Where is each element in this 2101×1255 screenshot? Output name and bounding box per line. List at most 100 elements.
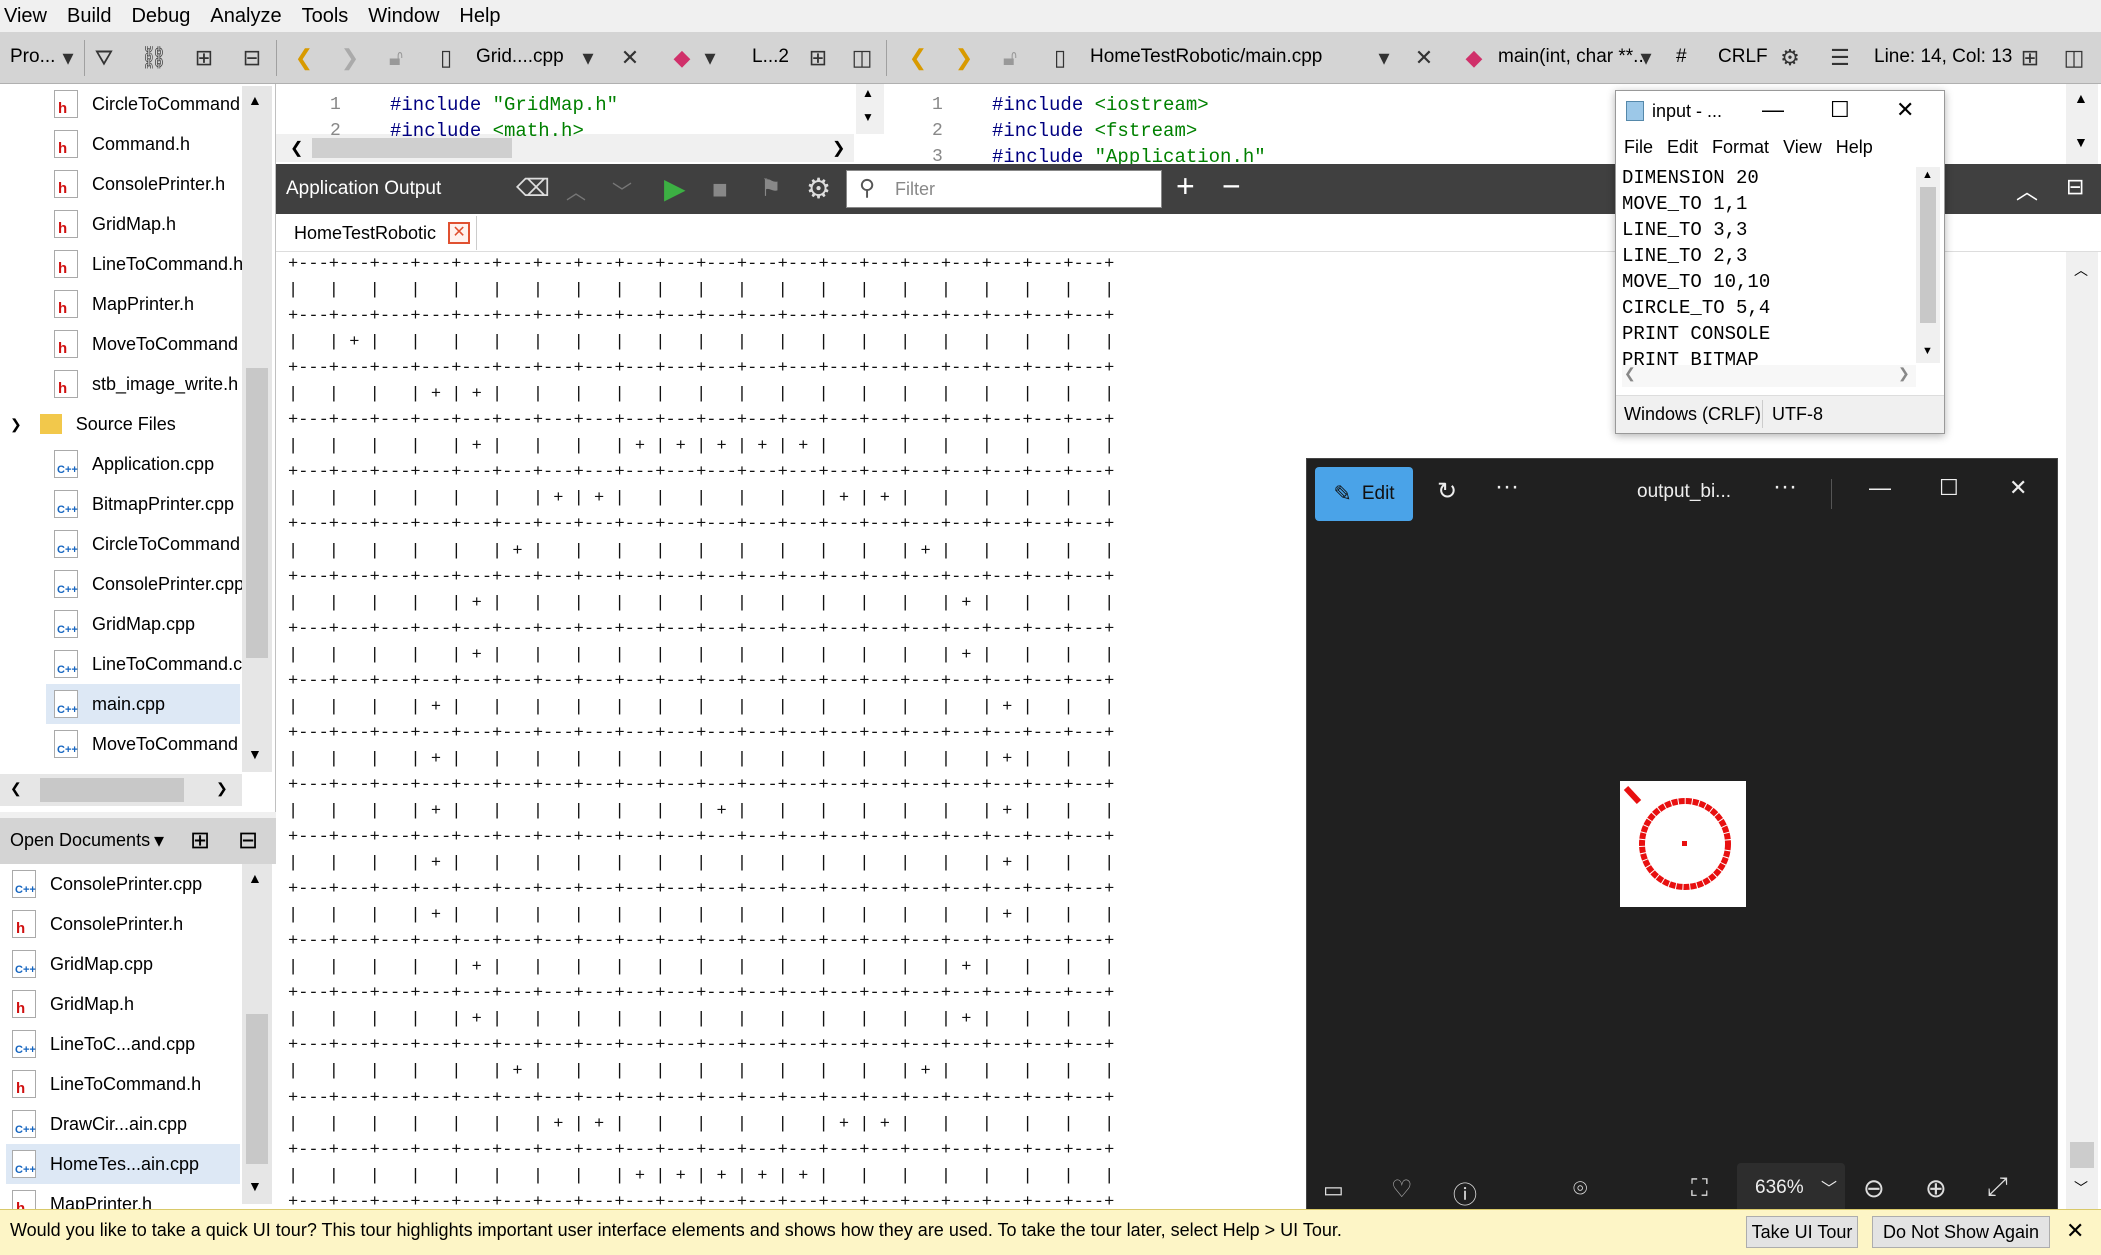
notepad-menu-help[interactable]: Help: [1836, 137, 1873, 158]
open-document-item[interactable]: C++ ConsolePrinter.cpp: [12, 864, 202, 904]
open-documents-dropdown[interactable]: Open Documents: [10, 830, 150, 851]
tree-vertical-scrollbar[interactable]: ▲ ▼: [242, 86, 272, 772]
close-icon[interactable]: ✕: [1410, 44, 1438, 72]
full-screen-icon[interactable]: ⤢: [1987, 1171, 2008, 1203]
close-split-icon[interactable]: ◫: [2060, 44, 2088, 72]
edit-button[interactable]: ✎ Edit: [1315, 467, 1413, 521]
back-arrow-icon[interactable]: ❮: [290, 44, 318, 72]
do-not-show-button[interactable]: Do Not Show Again: [1872, 1216, 2050, 1248]
tab-hometestrobotic[interactable]: HomeTestRobotic ✕: [284, 216, 478, 250]
open-document-item[interactable]: C++ DrawCir...ain.cpp: [12, 1104, 187, 1144]
minimize-icon[interactable]: —: [1869, 475, 1891, 501]
chevron-down-icon[interactable]: ▾: [154, 828, 164, 853]
tree-item[interactable]: h MoveToCommand: [54, 324, 238, 364]
tree-item[interactable]: h CircleToCommand: [54, 84, 240, 124]
tree-item[interactable]: h LineToCommand.h: [54, 244, 243, 284]
left-line-indicator[interactable]: L...2: [752, 46, 789, 68]
right-file-selector[interactable]: HomeTestRobotic/main.cpp: [1090, 46, 1322, 68]
menu-item-help[interactable]: Help: [459, 5, 500, 28]
minimize-icon[interactable]: —: [1762, 97, 1784, 123]
forward-arrow-icon[interactable]: ❯: [336, 44, 364, 72]
open-document-item[interactable]: C++ LineToC...and.cpp: [12, 1024, 195, 1064]
menu-item-debug[interactable]: Debug: [131, 5, 190, 28]
notepad-menu-file[interactable]: File: [1624, 137, 1653, 158]
open-docs-scrollbar[interactable]: ▲ ▼: [242, 864, 272, 1204]
heart-icon[interactable]: ♡: [1391, 1175, 1413, 1204]
chevron-down-icon[interactable]: ▾: [574, 44, 602, 72]
filmstrip-icon[interactable]: ▭: [1323, 1177, 1344, 1203]
notepad-hscrollbar[interactable]: ❮ ❯: [1622, 365, 1916, 387]
close-sidebar-icon[interactable]: ⊟: [238, 44, 266, 72]
left-file-selector[interactable]: Grid....cpp: [476, 46, 564, 68]
link-icon[interactable]: ⛓: [140, 44, 168, 72]
line-ending[interactable]: CRLF: [1718, 46, 1768, 68]
chevron-down-icon[interactable]: ▾: [696, 44, 724, 72]
notepad-text[interactable]: DIMENSION 20 MOVE_TO 1,1 LINE_TO 3,3 LIN…: [1622, 165, 1770, 373]
chevron-down-icon[interactable]: ﹀: [612, 176, 632, 205]
notepad-vscrollbar[interactable]: ▲ ▼: [1916, 167, 1940, 363]
notepad-menu-format[interactable]: Format: [1712, 137, 1769, 158]
maximize-icon[interactable]: ☐: [1939, 475, 1959, 501]
tree-item[interactable]: C++ LineToCommand.c: [54, 644, 242, 684]
clear-output-icon[interactable]: ⌫: [516, 174, 550, 203]
menu-item-view[interactable]: View: [4, 5, 47, 28]
open-document-item[interactable]: h LineToCommand.h: [12, 1064, 201, 1104]
source-files-folder[interactable]: ❯ Source Files: [10, 404, 176, 444]
menu-item-build[interactable]: Build: [67, 5, 111, 28]
scroll-thumb[interactable]: [246, 368, 268, 658]
zoom-selector[interactable]: 636% ﹀: [1737, 1163, 1845, 1213]
menu-item-window[interactable]: Window: [368, 5, 439, 28]
tree-item[interactable]: h Command.h: [54, 124, 190, 164]
chevron-down-icon[interactable]: ▾: [1632, 44, 1660, 72]
notepad-menu-view[interactable]: View: [1783, 137, 1822, 158]
close-pane-icon[interactable]: ⊟: [2066, 174, 2084, 200]
editor-vscrollbar[interactable]: ▲ ▼: [2066, 84, 2098, 164]
symbol-selector[interactable]: main(int, char **...: [1498, 46, 1649, 68]
close-split-icon[interactable]: ◫: [848, 44, 876, 72]
stop-icon[interactable]: ■: [712, 174, 728, 205]
close-pane-icon[interactable]: ⊟: [238, 826, 258, 855]
filter-input[interactable]: ⚲ Filter: [846, 170, 1162, 208]
chevron-down-icon[interactable]: ❯: [10, 416, 22, 433]
menu-item-tools[interactable]: Tools: [302, 5, 349, 28]
menu-item-analyze[interactable]: Analyze: [210, 5, 281, 28]
tree-item[interactable]: C++ main.cpp: [46, 684, 240, 724]
tree-item[interactable]: C++ ConsolePrinter.cpp: [54, 564, 244, 604]
tree-item[interactable]: h stb_image_write.h: [54, 364, 238, 404]
close-icon[interactable]: ✕: [616, 44, 644, 72]
open-document-item[interactable]: C++ HomeTes...ain.cpp: [6, 1144, 240, 1184]
code-model-icon[interactable]: ⚙: [1776, 44, 1804, 72]
tree-item[interactable]: h MapPrinter.h: [54, 284, 194, 324]
split-add-icon[interactable]: ⊞: [190, 44, 218, 72]
tree-item[interactable]: C++ MoveToCommand: [54, 724, 238, 764]
output-vscrollbar[interactable]: ︿ ﹀: [2066, 252, 2098, 1209]
take-tour-button[interactable]: Take UI Tour: [1746, 1216, 1858, 1248]
editor-left[interactable]: ❮ ❯ ▲ ▼ 1 #include "GridMap.h" 2 #include <…: [276, 84, 886, 164]
zoom-in-icon[interactable]: ⊕: [1925, 1173, 1947, 1204]
zoom-out-icon[interactable]: ⊖: [1863, 1173, 1885, 1204]
tree-item[interactable]: C++ BitmapPrinter.cpp: [54, 484, 234, 524]
plus-icon[interactable]: +: [1176, 168, 1195, 205]
visual-search-icon[interactable]: ⌾: [1573, 1175, 1587, 1203]
tree-item[interactable]: h ConsolePrinter.h: [54, 164, 225, 204]
back-arrow-icon[interactable]: ❮: [904, 44, 932, 72]
editor-vscrollbar[interactable]: ▲ ▼: [856, 84, 884, 134]
maximize-icon[interactable]: ☐: [1830, 97, 1850, 123]
open-document-item[interactable]: h GridMap.h: [12, 984, 134, 1024]
chevron-down-icon[interactable]: ▾: [1370, 44, 1398, 72]
tree-item[interactable]: C++ CircleToCommand: [54, 524, 240, 564]
close-icon[interactable]: ✕: [2009, 475, 2027, 501]
tree-horizontal-scrollbar[interactable]: ❮ ❯: [0, 774, 242, 806]
minus-icon[interactable]: −: [1222, 168, 1241, 205]
notepad-menu-edit[interactable]: Edit: [1667, 137, 1698, 158]
rotate-icon[interactable]: ↻: [1437, 477, 1457, 506]
debug-icon[interactable]: ⚑: [760, 174, 782, 203]
open-document-item[interactable]: h ConsolePrinter.h: [12, 904, 183, 944]
close-icon[interactable]: ✕: [2066, 1218, 2084, 1244]
gear-icon[interactable]: ⚙: [806, 172, 831, 205]
tree-item[interactable]: h GridMap.h: [54, 204, 176, 244]
chevron-down-icon[interactable]: ▾: [54, 44, 82, 72]
document-icon[interactable]: ☰: [1826, 44, 1854, 72]
fit-to-window-icon[interactable]: ⛶: [1691, 1175, 1708, 1203]
filter-icon[interactable]: ⛛: [90, 44, 118, 72]
